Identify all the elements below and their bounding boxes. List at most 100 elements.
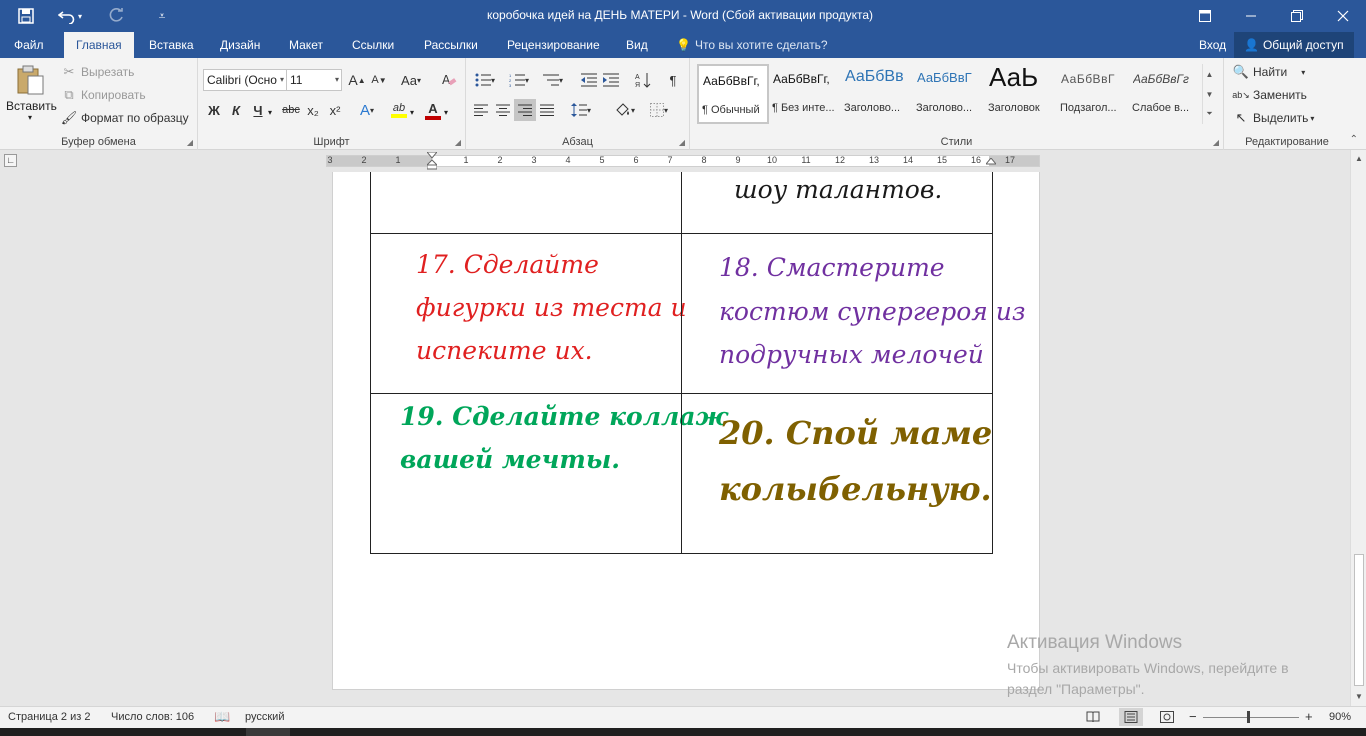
read-mode-icon[interactable] bbox=[1081, 708, 1105, 726]
dialog-launcher-icon[interactable]: ◢ bbox=[455, 138, 461, 147]
web-layout-icon[interactable] bbox=[1155, 708, 1179, 726]
clear-formatting-icon[interactable]: A bbox=[438, 69, 460, 91]
page-indicator[interactable]: Страница 2 из 2 bbox=[8, 711, 90, 723]
vertical-scrollbar[interactable]: ▲ ▼ bbox=[1350, 150, 1366, 706]
justify-icon[interactable] bbox=[536, 99, 558, 121]
print-layout-icon[interactable] bbox=[1119, 708, 1143, 726]
scrollbar-thumb[interactable] bbox=[1354, 554, 1364, 686]
underline-button[interactable]: Ч bbox=[247, 99, 269, 121]
chevron-down-icon[interactable]: ▾ bbox=[444, 108, 448, 117]
decrease-indent-icon[interactable] bbox=[578, 69, 600, 91]
taskbar-item[interactable] bbox=[246, 728, 290, 736]
tab-layout[interactable]: Макет bbox=[277, 32, 335, 58]
right-indent-marker-icon[interactable] bbox=[986, 158, 996, 167]
tab-design[interactable]: Дизайн bbox=[208, 32, 272, 58]
sort-icon[interactable]: AЯ bbox=[632, 69, 654, 91]
change-case-button[interactable]: Aa ▾ bbox=[396, 69, 426, 91]
customize-qat-icon[interactable]: ⩡ bbox=[142, 0, 182, 32]
shrink-font-button[interactable]: A ▼ bbox=[368, 69, 390, 91]
style-no-spacing[interactable]: АаБбВвГг, ¶ Без инте... bbox=[769, 64, 841, 124]
subscript-button[interactable]: x₂ bbox=[302, 99, 324, 121]
zoom-out-button[interactable]: − bbox=[1189, 709, 1197, 724]
show-formatting-button[interactable]: ¶ bbox=[662, 69, 684, 91]
strikethrough-button[interactable]: abc bbox=[280, 99, 302, 121]
font-color-button[interactable]: A bbox=[422, 99, 444, 121]
table-cell[interactable]: шоу талантов. bbox=[681, 172, 993, 234]
table-cell[interactable]: 17. Сделайте фигурки из теста и испеките… bbox=[370, 233, 687, 394]
grow-font-button[interactable]: A ▲ bbox=[346, 69, 368, 91]
tab-selector-icon[interactable]: ∟ bbox=[4, 154, 17, 167]
document-page[interactable]: шоу талантов. 17. Сделайте фигурки из те… bbox=[332, 172, 1040, 690]
gallery-down-icon[interactable]: ▼ bbox=[1203, 84, 1216, 104]
tab-review[interactable]: Рецензирование bbox=[495, 32, 612, 58]
chevron-down-icon[interactable]: ▾ bbox=[268, 108, 272, 117]
bold-button[interactable]: Ж bbox=[203, 99, 225, 121]
style-subtitle[interactable]: АаБбВвГ Подзагол... bbox=[1057, 64, 1129, 124]
gallery-up-icon[interactable]: ▲ bbox=[1203, 64, 1216, 84]
format-painter-button[interactable]: 🖌 Формат по образцу bbox=[60, 108, 189, 128]
zoom-in-button[interactable]: + bbox=[1305, 709, 1313, 724]
gallery-more-icon[interactable]: ⏷ bbox=[1203, 104, 1216, 124]
word-count[interactable]: Число слов: 106 bbox=[111, 711, 194, 723]
close-icon[interactable] bbox=[1320, 0, 1366, 32]
share-button[interactable]: 👤 Общий доступ bbox=[1234, 32, 1354, 58]
superscript-button[interactable]: x² bbox=[324, 99, 346, 121]
font-name-combo[interactable]: Calibri (Осно ▾ bbox=[203, 69, 287, 91]
line-spacing-icon[interactable]: ▾ bbox=[566, 99, 596, 121]
zoom-slider-thumb[interactable] bbox=[1247, 711, 1250, 723]
style-heading-2[interactable]: АаБбВвГ Заголово... bbox=[913, 64, 985, 124]
language-indicator[interactable]: русский bbox=[245, 711, 284, 723]
dialog-launcher-icon[interactable]: ◢ bbox=[679, 138, 685, 147]
redo-icon[interactable] bbox=[96, 0, 136, 32]
highlight-button[interactable]: ab bbox=[388, 99, 410, 121]
document-area[interactable]: шоу талантов. 17. Сделайте фигурки из те… bbox=[0, 172, 1350, 706]
ribbon-display-icon[interactable] bbox=[1182, 0, 1228, 32]
collapse-ribbon-icon[interactable]: ⌃ bbox=[1350, 134, 1358, 145]
italic-button[interactable]: К bbox=[225, 99, 247, 121]
dialog-launcher-icon[interactable]: ◢ bbox=[187, 138, 193, 147]
dialog-launcher-icon[interactable]: ◢ bbox=[1213, 138, 1219, 147]
tab-file[interactable]: Файл bbox=[2, 32, 56, 58]
tab-view[interactable]: Вид bbox=[614, 32, 660, 58]
table-cell[interactable]: 20. Спой маме колыбельную. bbox=[681, 393, 993, 554]
numbering-icon[interactable]: 1 2 3 ▾ bbox=[504, 69, 534, 91]
tab-insert[interactable]: Вставка bbox=[137, 32, 206, 58]
minimize-icon[interactable] bbox=[1228, 0, 1274, 32]
find-button[interactable]: 🔍 Найти ▾ bbox=[1232, 62, 1305, 82]
table-cell[interactable] bbox=[370, 172, 682, 234]
proofing-icon[interactable]: 📖 bbox=[214, 709, 230, 725]
bullets-icon[interactable]: ▾ bbox=[470, 69, 500, 91]
multilevel-list-icon[interactable]: ▾ bbox=[538, 69, 568, 91]
text-effects-button[interactable]: A ▾ bbox=[356, 99, 378, 121]
copy-button[interactable]: ⧉ Копировать bbox=[60, 85, 145, 105]
zoom-slider-track[interactable] bbox=[1203, 717, 1299, 718]
align-left-icon[interactable] bbox=[470, 99, 492, 121]
indent-marker-icon[interactable] bbox=[427, 152, 437, 170]
style-normal[interactable]: АаБбВвГг, ¶ Обычный bbox=[697, 64, 769, 124]
horizontal-ruler[interactable]: 3 2 1 1 2 3 4 5 6 7 8 9 10 11 12 13 14 1… bbox=[326, 152, 1040, 170]
replace-button[interactable]: ab↘ Заменить bbox=[1232, 85, 1307, 105]
table-cell[interactable]: 18. Смастерите костюм супергероя из подр… bbox=[681, 233, 1026, 394]
tab-mailings[interactable]: Рассылки bbox=[412, 32, 490, 58]
scroll-down-icon[interactable]: ▼ bbox=[1351, 688, 1366, 704]
save-icon[interactable] bbox=[6, 0, 46, 32]
font-size-combo[interactable]: 11 ▾ bbox=[286, 69, 342, 91]
style-title[interactable]: АаЬ Заголовок bbox=[985, 64, 1057, 124]
borders-icon[interactable]: ▾ bbox=[644, 99, 674, 121]
style-subtle-emphasis[interactable]: АаБбВвГг Слабое в... bbox=[1129, 64, 1201, 124]
select-button[interactable]: ↖ Выделить ▾ bbox=[1232, 108, 1315, 128]
align-right-icon[interactable] bbox=[514, 99, 536, 121]
tab-home[interactable]: Главная bbox=[64, 32, 134, 58]
chevron-down-icon[interactable]: ▾ bbox=[410, 108, 414, 117]
paste-button[interactable]: Вставить ▾ bbox=[6, 62, 57, 130]
tab-references[interactable]: Ссылки bbox=[340, 32, 406, 58]
cut-button[interactable]: ✂ Вырезать bbox=[60, 62, 135, 82]
increase-indent-icon[interactable] bbox=[600, 69, 622, 91]
zoom-level[interactable]: 90% bbox=[1329, 711, 1351, 723]
shading-icon[interactable]: ▾ bbox=[610, 99, 640, 121]
signin-link[interactable]: Вход bbox=[1199, 32, 1226, 58]
style-heading-1[interactable]: АаБбВв Заголово... bbox=[841, 64, 913, 124]
table-cell[interactable]: 19. Сделайте коллаж вашей мечты. bbox=[370, 393, 728, 554]
scroll-up-icon[interactable]: ▲ bbox=[1351, 150, 1366, 166]
align-center-icon[interactable] bbox=[492, 99, 514, 121]
